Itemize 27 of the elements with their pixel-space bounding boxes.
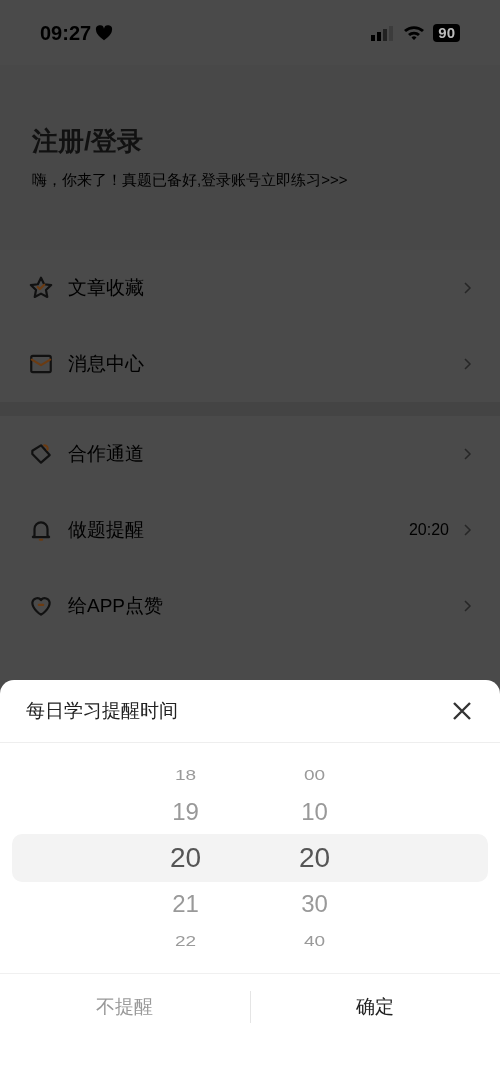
status-time: 09:27 [40, 20, 92, 46]
signal-icon [371, 24, 396, 41]
hour-option[interactable]: 21 [121, 882, 250, 926]
chevron-right-icon [463, 357, 472, 371]
sheet-title: 每日学习提醒时间 [26, 698, 178, 723]
minute-option[interactable]: 10 [250, 790, 379, 834]
chevron-right-icon [463, 599, 472, 613]
reminder-time: 20:20 [408, 520, 449, 540]
minute-option[interactable]: 20 [250, 834, 379, 882]
chevron-right-icon [463, 523, 472, 537]
no-reminder-button[interactable]: 不提醒 [0, 992, 250, 1022]
hour-option[interactable]: 22 [121, 929, 250, 953]
chevron-right-icon [463, 447, 472, 461]
close-icon [453, 702, 471, 720]
wifi-icon [403, 24, 426, 41]
login-subtitle: 嗨，你来了！真题已备好,登录账号立即练习>>> [32, 170, 349, 190]
chevron-right-icon [463, 281, 472, 295]
confirm-button[interactable]: 确定 [250, 992, 500, 1022]
hour-option[interactable]: 20 [121, 834, 250, 882]
battery-level: 90 [433, 23, 460, 42]
heart-icon [95, 24, 114, 41]
hour-option[interactable]: 19 [121, 790, 250, 834]
minute-option[interactable]: 00 [250, 763, 379, 787]
hour-option[interactable]: 18 [121, 763, 250, 787]
star-icon [28, 275, 54, 301]
minute-option[interactable]: 30 [250, 882, 379, 926]
minute-option[interactable]: 40 [250, 929, 379, 953]
